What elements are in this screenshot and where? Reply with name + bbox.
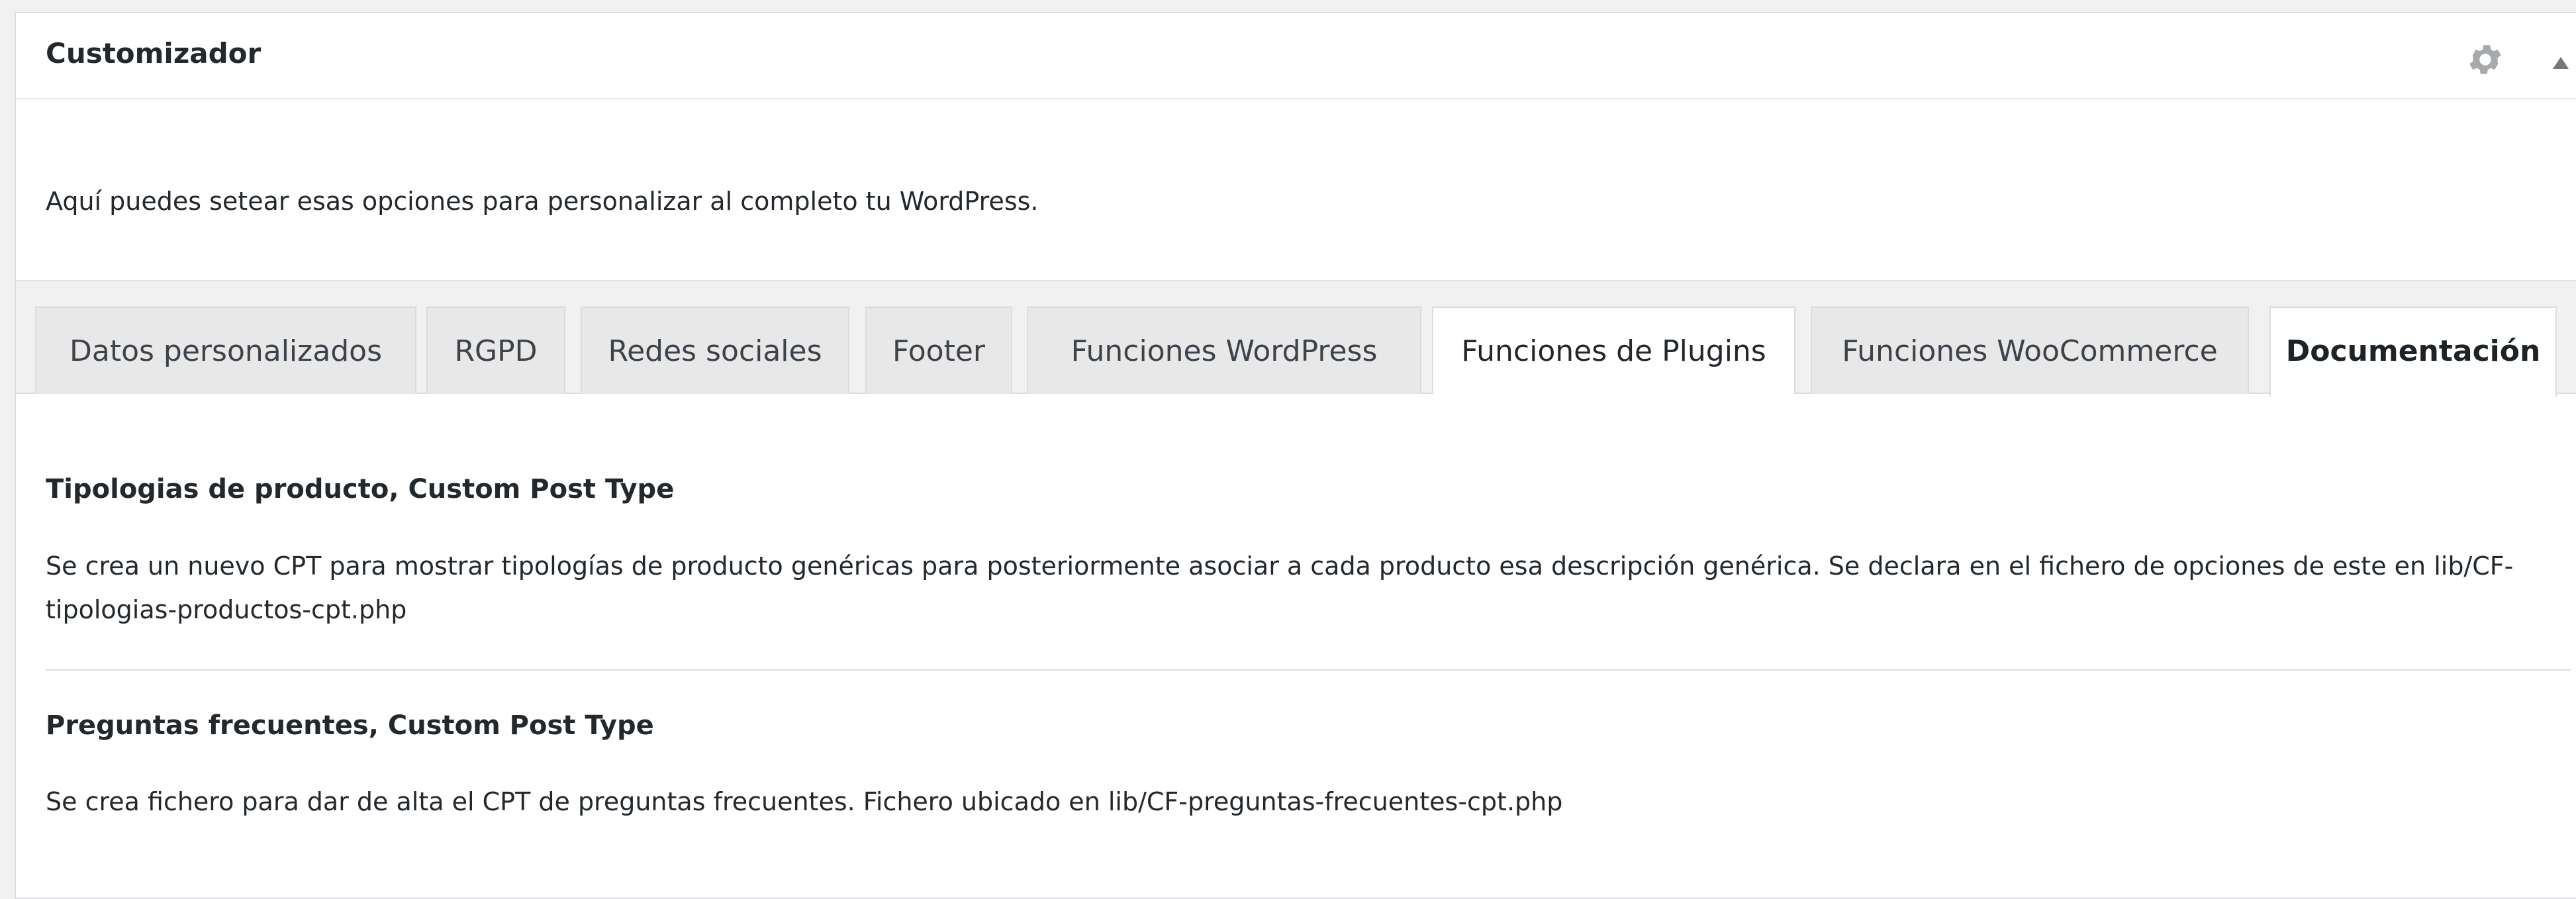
- tab-funciones-wordpress[interactable]: Funciones WordPress: [1027, 307, 1421, 394]
- section-title: Preguntas frecuentes, Custom Post Type: [46, 710, 654, 741]
- panel-intro-text: Aquí puedes setear esas opciones para pe…: [46, 187, 1039, 216]
- tab-footer[interactable]: Footer: [865, 307, 1012, 394]
- tabs-bar: Datos personalizados RGPD Redes sociales…: [16, 280, 2576, 397]
- section-title: Tipologias de producto, Custom Post Type: [46, 474, 675, 504]
- tab-funciones-woocommerce[interactable]: Funciones WooCommerce: [1811, 307, 2249, 394]
- tab-rgpd[interactable]: RGPD: [426, 307, 565, 394]
- collapse-arrow-up-icon[interactable]: [2553, 57, 2569, 69]
- tab-documentacion[interactable]: Documentación: [2269, 307, 2557, 397]
- section-text: Se crea fichero para dar de alta el CPT …: [46, 787, 1563, 816]
- section-text: Se crea un nuevo CPT para mostrar tipolo…: [46, 551, 2514, 624]
- panel-title: Customizador: [46, 37, 262, 70]
- customizer-panel: Customizador Aquí puedes setear esas opc…: [15, 12, 2576, 899]
- panel-header: Customizador: [16, 13, 2576, 99]
- tab-datos-personalizados[interactable]: Datos personalizados: [35, 307, 416, 394]
- section-divider: [46, 669, 2571, 671]
- tab-redes-sociales[interactable]: Redes sociales: [581, 307, 849, 394]
- tab-funciones-de-plugins[interactable]: Funciones de Plugins: [1432, 307, 1795, 394]
- gear-icon[interactable]: [2465, 40, 2505, 79]
